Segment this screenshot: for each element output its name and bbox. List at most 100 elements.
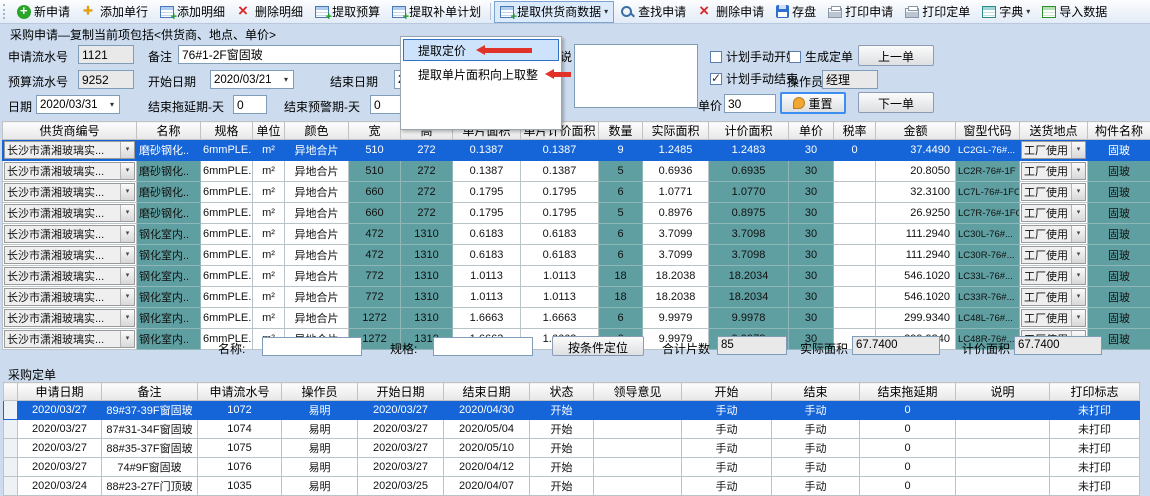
toolbar-button-extract-budget[interactable]: 提取预算 xyxy=(309,1,386,23)
end-delay-input[interactable] xyxy=(233,95,267,114)
chevron-down-icon[interactable]: ▾ xyxy=(1071,226,1085,242)
column-header-delivery[interactable]: 送货地点 xyxy=(1020,122,1088,140)
table-row[interactable]: 长沙市潇湘玻璃实...▾磨砂钢化..6mmPLE...m²异地合片6602720… xyxy=(3,182,1150,203)
toolbar-button-dictionary[interactable]: 字典▾ xyxy=(976,1,1036,23)
toolbar-button-extract-supplier-data[interactable]: 提取供货商数据▾ xyxy=(494,1,614,23)
toolbar-button-delete-request[interactable]: 删除申请 xyxy=(692,1,770,23)
chevron-down-icon[interactable]: ▾ xyxy=(120,163,134,179)
supplier-combobox[interactable]: 长沙市潇湘玻璃实...▾ xyxy=(4,183,135,201)
column-header-note[interactable]: 说明 xyxy=(956,383,1050,401)
column-header-color[interactable]: 颜色 xyxy=(285,122,349,140)
column-header-end_date[interactable]: 结束日期 xyxy=(444,383,530,401)
chevron-down-icon[interactable]: ▾ xyxy=(120,331,134,347)
chevron-down-icon[interactable]: ▾ xyxy=(120,289,134,305)
column-header-leader_opinion[interactable]: 领导意见 xyxy=(594,383,682,401)
delivery-combobox[interactable]: 工厂使用▾ xyxy=(1021,204,1086,222)
chevron-down-icon[interactable]: ▾ xyxy=(1071,205,1085,221)
column-header-operator[interactable]: 操作员 xyxy=(282,383,358,401)
delivery-combobox[interactable]: 工厂使用▾ xyxy=(1021,267,1086,285)
note-textarea[interactable] xyxy=(574,44,698,108)
chevron-down-icon[interactable]: ▾ xyxy=(1026,7,1030,16)
toolbar-button-new-request[interactable]: 新申请 xyxy=(11,1,76,23)
column-header-qty[interactable]: 数量 xyxy=(599,122,643,140)
table-row[interactable]: 长沙市潇湘玻璃实...▾钢化室内..6mmPLE...m²异地合片4721310… xyxy=(3,224,1150,245)
column-header-print_flag[interactable]: 打印标志 xyxy=(1050,383,1140,401)
chevron-down-icon[interactable]: ▾ xyxy=(120,205,134,221)
table-row[interactable]: 2020/03/2488#23-27F门顶玻1035易明2020/03/2520… xyxy=(4,477,1140,496)
date-picker[interactable]: 2020/03/31 ▾ xyxy=(36,95,120,114)
checkbox-manual-start[interactable]: 计划手动开始 xyxy=(710,48,798,65)
budget-serial-input[interactable] xyxy=(78,70,134,89)
supplier-combobox[interactable]: 长沙市潇湘玻璃实...▾ xyxy=(4,162,135,180)
next-order-button[interactable]: 下一单 xyxy=(858,92,934,113)
chevron-down-icon[interactable]: ▾ xyxy=(120,226,134,242)
delivery-combobox[interactable]: 工厂使用▾ xyxy=(1021,141,1086,159)
chevron-down-icon[interactable]: ▾ xyxy=(105,100,119,109)
table-row[interactable]: 2020/03/2774#9F窗固玻1076易明2020/03/272020/0… xyxy=(4,458,1140,477)
checkbox-icon[interactable] xyxy=(710,51,722,63)
operator-input[interactable] xyxy=(822,70,878,89)
column-header-unit_price[interactable]: 单价 xyxy=(789,122,834,140)
serial-input[interactable] xyxy=(78,45,134,64)
toolbar-button-save[interactable]: 存盘 xyxy=(770,1,822,23)
menu-item[interactable]: 提取单片面积向上取整 xyxy=(403,63,559,85)
column-header-tax[interactable]: 税率 xyxy=(834,122,876,140)
chevron-down-icon[interactable]: ▾ xyxy=(604,7,608,16)
table-row[interactable]: 长沙市潇湘玻璃实...▾钢化室内..6mmPLE...m²异地合片1272131… xyxy=(3,308,1150,329)
chevron-down-icon[interactable]: ▾ xyxy=(120,268,134,284)
table-row[interactable]: 长沙市潇湘玻璃实...▾磨砂钢化..6mmPLE...m²异地合片6602720… xyxy=(3,203,1150,224)
toolbar-button-import-data[interactable]: 导入数据 xyxy=(1036,1,1113,23)
column-header-end_mode[interactable]: 结束 xyxy=(772,383,860,401)
column-header-spec[interactable]: 规格 xyxy=(201,122,253,140)
supplier-combobox[interactable]: 长沙市潇湘玻璃实...▾ xyxy=(4,246,135,264)
unit-price-input[interactable] xyxy=(724,94,776,113)
toolbar-button-add-detail[interactable]: 添加明细 xyxy=(154,1,231,23)
column-header-window_code[interactable]: 窗型代码 xyxy=(956,122,1020,140)
column-header-end_delay[interactable]: 结束拖延期 xyxy=(860,383,956,401)
delivery-combobox[interactable]: 工厂使用▾ xyxy=(1021,309,1086,327)
column-header-calc_area[interactable]: 计价面积 xyxy=(709,122,789,140)
column-header-serial[interactable]: 申请流水号 xyxy=(198,383,282,401)
delivery-combobox[interactable]: 工厂使用▾ xyxy=(1021,246,1086,264)
column-header-name[interactable]: 名称 xyxy=(137,122,201,140)
end-warn-input[interactable] xyxy=(370,95,404,114)
column-header-part[interactable]: 构件名称 xyxy=(1088,122,1150,140)
checkbox-icon[interactable] xyxy=(789,51,801,63)
chevron-down-icon[interactable]: ▾ xyxy=(120,184,134,200)
checkbox-generate-order[interactable]: 生成定单 xyxy=(789,48,853,65)
chevron-down-icon[interactable]: ▾ xyxy=(120,310,134,326)
table-row[interactable]: 长沙市潇湘玻璃实...▾钢化室内..6mmPLE...m²异地合片4721310… xyxy=(3,245,1150,266)
delivery-combobox[interactable]: 工厂使用▾ xyxy=(1021,288,1086,306)
supplier-combobox[interactable]: 长沙市潇湘玻璃实...▾ xyxy=(4,225,135,243)
filter-spec-input[interactable] xyxy=(433,337,533,356)
previous-order-button[interactable]: 上一单 xyxy=(858,45,934,66)
chevron-down-icon[interactable]: ▾ xyxy=(1071,268,1085,284)
column-header-status[interactable]: 状态 xyxy=(530,383,594,401)
toolbar-grip[interactable] xyxy=(3,4,7,19)
supplier-combobox[interactable]: 长沙市潇湘玻璃实...▾ xyxy=(4,267,135,285)
supplier-combobox[interactable]: 长沙市潇湘玻璃实...▾ xyxy=(4,204,135,222)
column-header-width[interactable]: 宽 xyxy=(349,122,401,140)
table-row[interactable]: 长沙市潇湘玻璃实...▾钢化室内..6mmPLE...m²异地合片7721310… xyxy=(3,287,1150,308)
chevron-down-icon[interactable]: ▾ xyxy=(1071,310,1085,326)
table-row[interactable]: 长沙市潇湘玻璃实...▾钢化室内..6mmPLE...m²异地合片7721310… xyxy=(3,266,1150,287)
chevron-down-icon[interactable]: ▾ xyxy=(1071,163,1085,179)
start-date-picker[interactable]: 2020/03/21 ▾ xyxy=(210,70,294,89)
toolbar-button-print-request[interactable]: 打印申请 xyxy=(822,1,899,23)
delivery-combobox[interactable]: 工厂使用▾ xyxy=(1021,183,1086,201)
table-row[interactable]: 2020/03/2788#35-37F窗固玻1075易明2020/03/2720… xyxy=(4,439,1140,458)
locate-by-condition-button[interactable]: 按条件定位 xyxy=(552,336,644,356)
column-header-gutter[interactable] xyxy=(4,383,18,401)
filter-name-input[interactable] xyxy=(262,337,362,356)
delivery-combobox[interactable]: 工厂使用▾ xyxy=(1021,225,1086,243)
chevron-down-icon[interactable]: ▾ xyxy=(279,75,293,84)
table-row[interactable]: 2020/03/2787#31-34F窗固玻1074易明2020/03/2720… xyxy=(4,420,1140,439)
supplier-combobox[interactable]: 长沙市潇湘玻璃实...▾ xyxy=(4,288,135,306)
table-row[interactable]: 长沙市潇湘玻璃实...▾磨砂钢化..6mmPLE...m²异地合片5102720… xyxy=(3,161,1150,182)
checkbox-manual-end[interactable]: 计划手动结束 xyxy=(710,70,798,87)
checkbox-icon[interactable] xyxy=(710,73,722,85)
chevron-down-icon[interactable]: ▾ xyxy=(1071,247,1085,263)
column-header-apply_date[interactable]: 申请日期 xyxy=(18,383,102,401)
menu-item[interactable]: 提取定价 xyxy=(403,39,559,61)
chevron-down-icon[interactable]: ▾ xyxy=(1071,289,1085,305)
